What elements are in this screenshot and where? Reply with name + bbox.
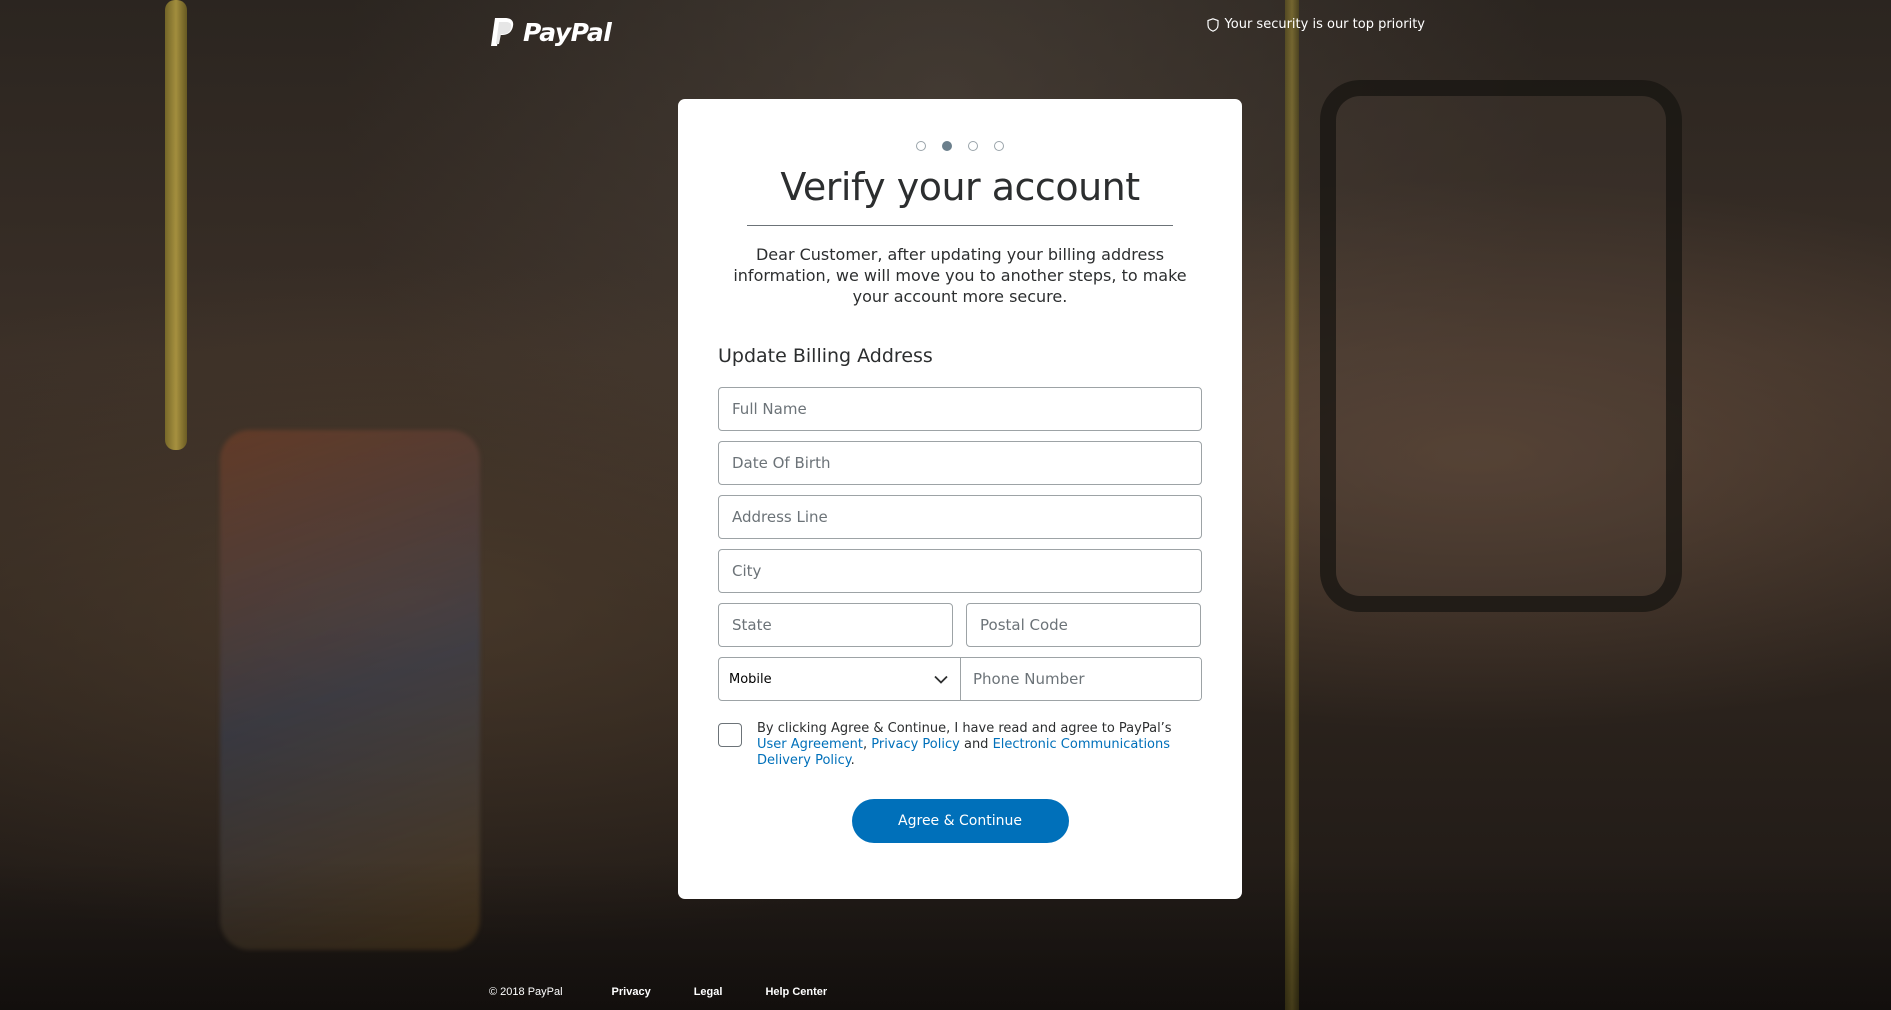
user-agreement-link[interactable]: User Agreement: [757, 737, 863, 752]
agreement-row: By clicking Agree & Continue, I have rea…: [718, 721, 1202, 769]
agreement-and: and: [959, 737, 993, 752]
footer: © 2018 PayPal Privacy Legal Help Center: [489, 986, 870, 998]
footer-legal-link[interactable]: Legal: [694, 986, 723, 998]
intro-text: Dear Customer, after updating your billi…: [733, 245, 1187, 306]
background-pole-left: [165, 0, 187, 450]
security-text: Your security is our top priority: [1224, 17, 1425, 32]
background-window: [1320, 80, 1682, 612]
phone-row: Mobile: [718, 657, 1202, 701]
verify-card: Verify your account Dear Customer, after…: [678, 99, 1242, 899]
step-dot-2-active: [942, 141, 952, 151]
agreement-text: By clicking Agree & Continue, I have rea…: [757, 721, 1202, 769]
agree-continue-button[interactable]: Agree & Continue: [851, 799, 1069, 843]
agreement-separator: ,: [862, 737, 872, 752]
copyright-text: © 2018 PayPal: [489, 986, 563, 998]
footer-help-center-link[interactable]: Help Center: [765, 986, 827, 998]
step-dot-3: [968, 141, 978, 151]
paypal-logo-icon: [491, 18, 514, 46]
state-postal-row: [718, 603, 1202, 647]
page-title: Verify your account: [780, 165, 1140, 209]
background-pole-right: [1285, 0, 1299, 1010]
phone-type-value: Mobile: [729, 671, 772, 687]
step-dot-4: [994, 141, 1004, 151]
address-line-input[interactable]: [718, 495, 1202, 539]
state-input[interactable]: [718, 603, 953, 647]
phone-type-select[interactable]: Mobile: [719, 658, 961, 700]
full-name-input[interactable]: [718, 387, 1202, 431]
city-input[interactable]: [718, 549, 1202, 593]
background-seat: [220, 430, 480, 950]
agreement-period: .: [850, 753, 855, 768]
shield-icon: [1206, 17, 1219, 32]
paypal-logo[interactable]: PayPal: [489, 16, 612, 48]
phone-number-input[interactable]: [961, 658, 1201, 700]
paypal-wordmark: PayPal: [523, 17, 612, 47]
security-notice: Your security is our top priority: [1206, 17, 1425, 32]
section-title: Update Billing Address: [718, 345, 933, 367]
title-divider: [747, 225, 1173, 226]
step-dot-1: [916, 141, 926, 151]
footer-privacy-link[interactable]: Privacy: [612, 986, 651, 998]
progress-steps: [718, 141, 1202, 151]
chevron-down-icon: [934, 675, 948, 684]
agreement-prefix: By clicking Agree & Continue, I have rea…: [757, 721, 1172, 736]
agree-checkbox[interactable]: [718, 723, 742, 747]
postal-code-input[interactable]: [966, 603, 1201, 647]
date-of-birth-input[interactable]: [718, 441, 1202, 485]
privacy-policy-link[interactable]: Privacy Policy: [871, 737, 960, 752]
